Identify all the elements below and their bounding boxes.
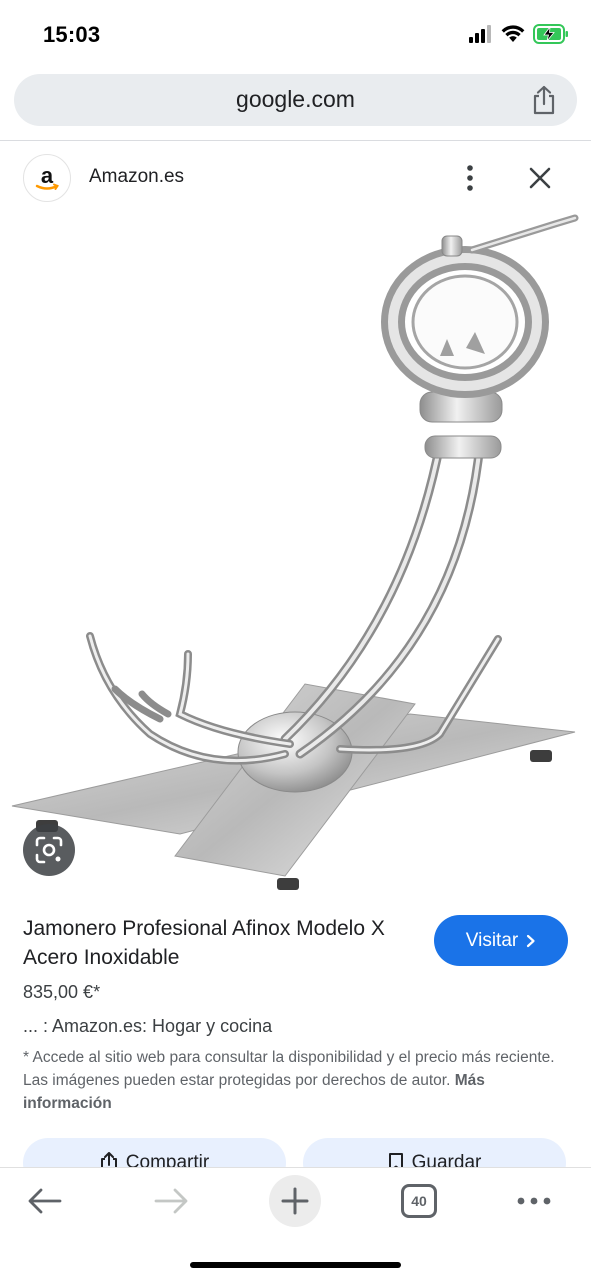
wifi-icon: [501, 25, 525, 48]
product-title[interactable]: Jamonero Profesional Afinox Modelo X Ace…: [23, 914, 403, 972]
visit-button[interactable]: Visitar: [434, 915, 568, 966]
ham-holder-illustration: [11, 214, 579, 890]
battery-charging-icon: [533, 24, 569, 49]
product-price: 835,00 €*: [23, 982, 101, 1002]
status-bar: 15:03: [0, 0, 591, 68]
back-button[interactable]: [24, 1182, 66, 1220]
source-row: a Amazon.es: [0, 141, 591, 213]
product-category: ... : Amazon.es: Hogar y cocina: [23, 1016, 273, 1036]
status-time: 15:03: [43, 22, 101, 47]
arrow-right-icon: [154, 1188, 188, 1214]
amazon-logo[interactable]: a: [23, 154, 71, 202]
tab-count: 40: [411, 1193, 427, 1209]
logo-letter: a: [41, 163, 54, 188]
arrow-left-icon: [28, 1188, 62, 1214]
bottom-toolbar: 40: [0, 1167, 591, 1280]
close-button[interactable]: [523, 161, 557, 195]
share-page-button[interactable]: [529, 84, 559, 116]
tab-switcher-button[interactable]: 40: [401, 1184, 437, 1218]
address-bar[interactable]: google.com: [14, 74, 577, 126]
close-icon: [529, 167, 551, 189]
more-vertical-icon: [467, 165, 473, 191]
lens-search-button[interactable]: [23, 824, 75, 876]
more-horizontal-icon: [517, 1197, 551, 1205]
more-options-button[interactable]: [455, 161, 485, 195]
lens-icon: [35, 836, 63, 864]
url-text[interactable]: google.com: [14, 86, 577, 113]
menu-button[interactable]: [512, 1184, 556, 1218]
plus-icon: [281, 1187, 309, 1215]
source-name[interactable]: Amazon.es: [89, 166, 184, 188]
share-icon: [533, 85, 555, 115]
signal-icon: [469, 25, 493, 48]
status-icons: [469, 24, 569, 49]
forward-button[interactable]: [150, 1182, 192, 1220]
visit-label: Visitar: [465, 929, 519, 951]
home-indicator[interactable]: [190, 1262, 401, 1268]
chevron-right-icon: [527, 934, 535, 947]
new-tab-button[interactable]: [269, 1175, 321, 1227]
disclaimer: * Accede al sitio web para consultar la …: [23, 1046, 563, 1115]
product-image[interactable]: [10, 214, 581, 897]
